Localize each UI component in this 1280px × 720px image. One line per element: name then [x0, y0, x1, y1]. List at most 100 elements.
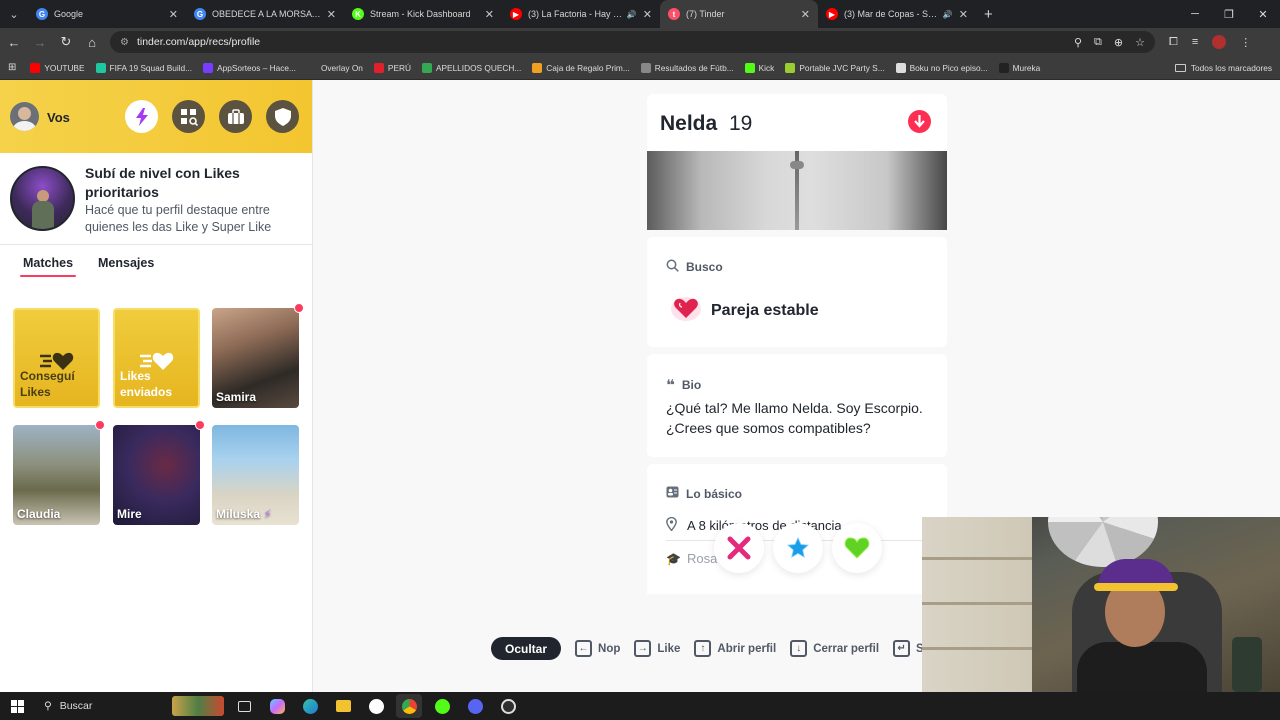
bookmark-item[interactable]: Boku no Pico episo... [895, 62, 988, 73]
heart-icon [844, 537, 870, 559]
tab-favicon-icon: K [352, 8, 364, 20]
new-tab-button[interactable]: + [976, 6, 1001, 23]
lightning-icon [135, 107, 148, 126]
menu-icon[interactable]: ⋮ [1240, 36, 1251, 49]
tab-close-icon[interactable]: ✕ [959, 8, 968, 21]
location-icon[interactable]: ⚲ [1074, 36, 1082, 49]
match-tile-mire[interactable]: Mire [113, 425, 200, 525]
extensions-icon[interactable]: ⧠ [1169, 36, 1178, 49]
match-tile-samira[interactable]: Samira [212, 308, 299, 408]
bookmark-label: APELLIDOS QUECH... [435, 62, 522, 73]
bookmark-item[interactable]: Resultados de Fútb... [640, 62, 734, 73]
obs-icon[interactable] [495, 694, 521, 718]
bookmark-item[interactable]: Mureka [998, 62, 1041, 73]
xbox-icon[interactable] [429, 694, 455, 718]
looking-for-heading: Busco [666, 259, 723, 275]
tab-close-icon[interactable]: ✕ [485, 8, 494, 21]
bookmark-item[interactable]: Overlay On [306, 62, 363, 73]
close-window-icon[interactable]: ✕ [1246, 0, 1280, 28]
browser-tab[interactable]: ▶ (3) La Factoria - Hay Otro E 🔊 ✕ [502, 0, 660, 28]
tile-label: Conseguí Likes [20, 369, 75, 399]
bookmark-item[interactable]: Kick [744, 62, 774, 73]
browser-tab[interactable]: G OBEDECE A LA MORSA - Busca ✕ [186, 0, 344, 28]
app-icon[interactable] [363, 694, 389, 718]
looking-for-section: Busco Pareja estable [647, 237, 947, 347]
bookmark-item[interactable]: PERÚ [373, 62, 411, 73]
apps-icon[interactable]: ⊞ [8, 62, 16, 73]
media-icon[interactable]: ≡ [1192, 36, 1198, 48]
tab-audio-icon[interactable]: 🔊 [627, 10, 637, 19]
bookmark-star-icon[interactable]: ☆ [1135, 36, 1145, 49]
tab-close-icon[interactable]: ✕ [169, 8, 178, 21]
bookmark-label: Overlay On [320, 62, 363, 73]
reload-icon[interactable]: ↻ [54, 30, 78, 54]
chrome-icon[interactable] [396, 694, 422, 718]
boost-button[interactable] [125, 100, 158, 133]
bookmark-label: Mureka [1012, 62, 1041, 73]
bookmark-favicon-icon [373, 62, 384, 73]
install-icon[interactable]: ⧉ [1094, 36, 1102, 49]
super-like-button[interactable] [773, 523, 823, 573]
url-text: tinder.com/app/recs/profile [136, 36, 261, 48]
discord-icon[interactable] [462, 694, 488, 718]
browser-tab[interactable]: K Stream - Kick Dashboard ✕ [344, 0, 502, 28]
tab-audio-icon[interactable]: 🔊 [943, 10, 953, 19]
windows-start-icon[interactable] [0, 692, 34, 720]
browser-tab[interactable]: ▶ (3) Mar de Copas - Suna (V 🔊 ✕ [818, 0, 976, 28]
briefcase-icon [227, 108, 244, 124]
file-explorer-icon[interactable] [330, 694, 356, 718]
zoom-icon[interactable]: ⊕ [1114, 36, 1123, 49]
match-tile-claudia[interactable]: Claudia [13, 425, 100, 525]
briefcase-button[interactable] [219, 100, 252, 133]
bookmark-label: Boku no Pico episo... [909, 62, 988, 73]
bookmarks-bar: ⊞ YOUTUBE FIFA 19 Squad Build... AppSorteo… [0, 56, 1280, 80]
taskbar: ⚲ Buscar [0, 692, 1280, 720]
safety-button[interactable] [266, 100, 299, 133]
tab-close-icon[interactable]: ✕ [327, 8, 336, 21]
tab-close-icon[interactable]: ✕ [643, 8, 652, 21]
explore-button[interactable] [172, 100, 205, 133]
home-icon[interactable]: ⌂ [80, 30, 104, 54]
address-bar[interactable]: ⚙ tinder.com/app/recs/profile ⚲ ⧉ ⊕ ☆ [110, 31, 1155, 53]
match-tile-miluska[interactable]: Miluska ⚡ [212, 425, 299, 525]
restore-icon[interactable]: ❐ [1212, 0, 1246, 28]
bookmark-item[interactable]: Caja de Regalo Prim... [532, 62, 630, 73]
bookmark-label: YOUTUBE [44, 62, 85, 73]
profile-photo[interactable] [647, 151, 947, 230]
bookmark-item[interactable]: APELLIDOS QUECH... [421, 62, 522, 73]
priority-likes-promo[interactable]: Subí de nivel con Likes prioritarios Hac… [0, 153, 312, 245]
likes-sent-tile[interactable]: Likes enviados [113, 308, 200, 408]
bookmark-item[interactable]: Portable JVC Party S... [785, 62, 885, 73]
minimize-icon[interactable]: ─ [1178, 0, 1212, 28]
site-info-icon[interactable]: ⚙ [120, 37, 129, 48]
tile-label: Mire [117, 507, 142, 521]
hide-shortcuts-button[interactable]: Ocultar [491, 637, 562, 660]
my-name[interactable]: Vos [47, 110, 70, 125]
profile-avatar[interactable] [1212, 35, 1227, 49]
tab-matches[interactable]: Matches [19, 256, 77, 277]
tab-search-button[interactable]: ⌄ [0, 0, 28, 28]
bookmark-item[interactable]: YOUTUBE [30, 62, 85, 73]
browser-tab[interactable]: G Google ✕ [28, 0, 186, 28]
get-likes-tile[interactable]: Conseguí Likes [13, 308, 100, 408]
task-view-icon[interactable] [231, 694, 257, 718]
back-icon[interactable]: ← [2, 30, 26, 54]
forward-icon[interactable]: → [28, 30, 52, 54]
bookmark-item[interactable]: AppSorteos – Hace... [203, 62, 296, 73]
shortcut-item: ↓ Cerrar perfil [790, 640, 879, 657]
all-bookmarks[interactable]: Todos los marcadores [1174, 56, 1272, 80]
bookmark-item[interactable]: FIFA 19 Squad Build... [95, 62, 192, 73]
my-avatar[interactable] [10, 102, 39, 131]
copilot-icon[interactable] [264, 694, 290, 718]
taskbar-search[interactable]: ⚲ Buscar [36, 695, 224, 717]
tab-messages[interactable]: Mensajes [98, 256, 154, 270]
close-profile-button[interactable] [908, 110, 931, 133]
key-icon: ↑ [694, 640, 712, 657]
tab-close-icon[interactable]: ✕ [801, 8, 810, 21]
like-button[interactable] [832, 523, 882, 573]
shortcut-label: Cerrar perfil [813, 642, 880, 655]
browser-tab[interactable]: t (7) Tinder ✕ [660, 0, 818, 28]
nope-button[interactable] [714, 523, 764, 573]
promo-avatar [10, 166, 75, 231]
edge-icon[interactable] [297, 694, 323, 718]
